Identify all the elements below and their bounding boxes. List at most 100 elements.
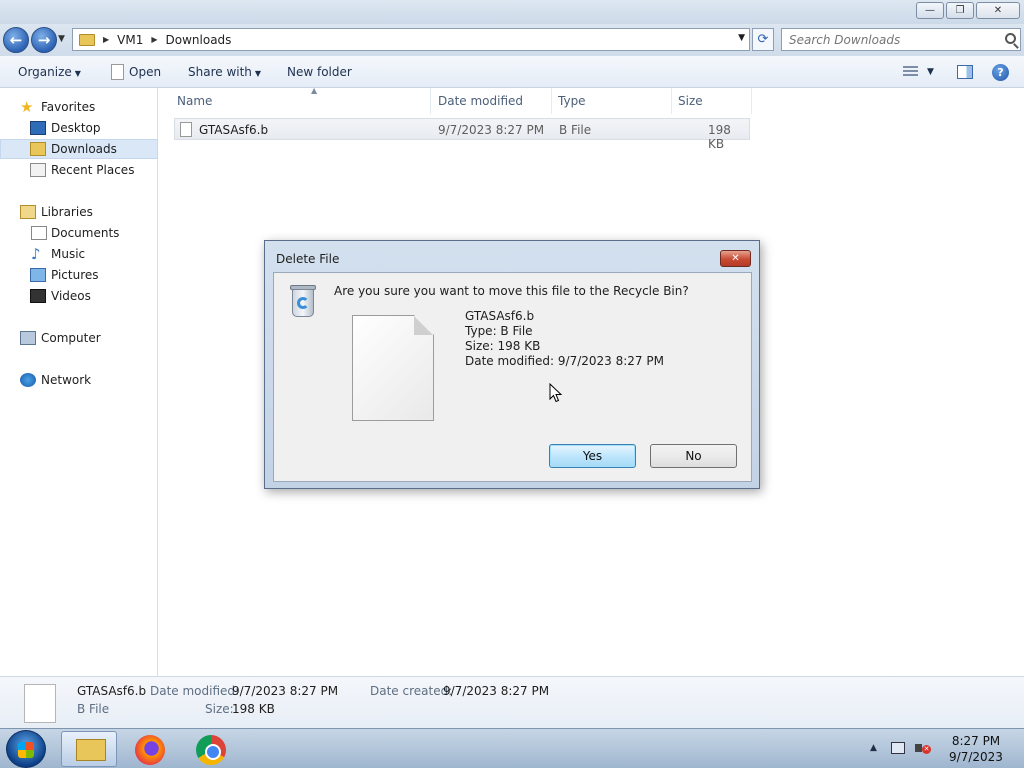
dialog-file-size: Size: 198 KB (465, 339, 541, 353)
help-icon[interactable]: ? (992, 64, 1009, 81)
sidebar-item-recent-places[interactable]: Recent Places (0, 160, 158, 180)
sidebar-item-favorites[interactable]: ★ Favorites (0, 97, 158, 117)
clock-date: 9/7/2023 (949, 750, 1003, 764)
table-row[interactable]: GTASAsf6.b 9/7/2023 8:27 PM B File 198 K… (174, 118, 750, 151)
sidebar-item-documents[interactable]: Documents (0, 223, 158, 243)
sidebar-item-videos[interactable]: Videos (0, 286, 158, 306)
sidebar-item-pictures[interactable]: Pictures (0, 265, 158, 285)
downloads-folder-icon (30, 142, 46, 156)
search-box[interactable] (781, 28, 1021, 51)
caption-buttons: — ❐ ✕ (916, 2, 1020, 19)
details-date-modified-value: 9/7/2023 8:27 PM (232, 684, 339, 698)
forward-button[interactable]: → (31, 27, 57, 53)
navigation-pane: ★ Favorites Desktop Downloads Recent Pla… (0, 88, 158, 676)
minimize-button[interactable]: — (916, 2, 944, 19)
sidebar-item-libraries[interactable]: Libraries (0, 202, 158, 222)
sidebar-item-label: Computer (41, 331, 101, 345)
show-hidden-icons-button[interactable]: ▲ (870, 743, 877, 753)
back-button[interactable]: ← (3, 27, 29, 53)
blank-file-icon (180, 122, 192, 137)
sidebar-item-desktop[interactable]: Desktop (0, 118, 158, 138)
column-header-size[interactable]: Size (672, 88, 752, 114)
change-view-icon[interactable] (903, 66, 918, 78)
search-icon[interactable] (1005, 33, 1016, 44)
address-bar[interactable]: ▶ VM1 ▶ Downloads ▼ (72, 28, 750, 51)
chevron-right-icon[interactable]: ▶ (151, 35, 157, 44)
address-dropdown-icon[interactable]: ▼ (738, 33, 745, 43)
new-folder-button[interactable]: New folder (287, 65, 352, 79)
share-with-button[interactable]: Share with ▼ (188, 65, 261, 79)
clock-time: 8:27 PM (951, 734, 1001, 748)
refresh-button[interactable]: ⟳ (752, 28, 774, 51)
network-tray-icon[interactable] (891, 742, 905, 754)
star-icon: ★ (20, 98, 34, 116)
dialog-file-date: Date modified: 9/7/2023 8:27 PM (465, 354, 664, 368)
dialog-title: Delete File (276, 252, 340, 266)
dialog-file-name: GTASAsf6.b (465, 309, 535, 323)
details-date-modified-label: Date modified: (150, 684, 240, 698)
sidebar-item-label: Pictures (51, 268, 99, 282)
sidebar-item-label: Network (41, 373, 92, 387)
network-icon (20, 373, 36, 387)
file-type-cell: B File (559, 123, 592, 137)
column-header-date-modified[interactable]: Date modified (432, 88, 552, 114)
yes-button[interactable]: Yes (549, 444, 636, 468)
column-header-label: Name (177, 94, 213, 108)
sidebar-item-music[interactable]: ♪ Music (0, 244, 158, 264)
share-with-label: Share with (188, 65, 252, 79)
breadcrumb-downloads[interactable]: Downloads (166, 33, 232, 47)
recent-pages-dropdown-icon[interactable]: ▼ (58, 34, 65, 44)
chrome-icon (196, 735, 226, 765)
details-pane: GTASAsf6.b B File Date modified: 9/7/202… (0, 676, 1024, 728)
blank-file-icon (352, 315, 434, 421)
preview-pane-icon[interactable] (957, 65, 973, 79)
close-window-button[interactable]: ✕ (976, 2, 1020, 19)
sidebar-item-label: Music (51, 247, 86, 261)
maximize-button[interactable]: ❐ (946, 2, 974, 19)
dialog-question: Are you sure you want to move this file … (334, 284, 689, 298)
taskbar-chrome-button[interactable] (184, 731, 240, 767)
details-file-name: GTASAsf6.b (77, 684, 147, 698)
muted-badge: ✕ (922, 745, 931, 754)
sidebar-item-network[interactable]: Network (0, 370, 158, 390)
videos-icon (30, 289, 46, 303)
organize-button[interactable]: Organize ▼ (18, 65, 81, 79)
window-titlebar: — ❐ ✕ (0, 0, 1024, 24)
taskbar-firefox-button[interactable] (123, 731, 179, 767)
file-size-cell: 198 KB (708, 123, 731, 151)
sidebar-item-label: Downloads (51, 142, 117, 156)
search-input[interactable] (789, 32, 999, 47)
recycle-symbol-icon (297, 297, 309, 309)
speaker-icon (915, 744, 922, 752)
sort-ascending-icon: ▲ (311, 86, 318, 95)
view-options-dropdown-icon[interactable]: ▼ (927, 67, 934, 77)
file-explorer-icon (76, 739, 106, 761)
column-header-name[interactable]: Name ▲ (171, 86, 431, 114)
sidebar-item-label: Videos (51, 289, 91, 303)
volume-muted-icon[interactable]: ✕ (915, 741, 931, 755)
file-name-cell: GTASAsf6.b (199, 123, 269, 137)
recent-places-icon (30, 163, 46, 177)
pictures-icon (30, 268, 46, 282)
dialog-close-button[interactable]: ✕ (720, 250, 751, 267)
start-button[interactable] (6, 730, 46, 768)
chevron-right-icon[interactable]: ▶ (103, 35, 109, 44)
no-button[interactable]: No (650, 444, 737, 468)
command-bar: Organize ▼ Open Share with ▼ New folder ▼ … (0, 56, 1024, 88)
sidebar-item-computer[interactable]: Computer (0, 328, 158, 348)
sidebar-item-label: Libraries (41, 205, 93, 219)
details-size-label: Size: (205, 702, 234, 716)
folder-icon (79, 33, 95, 46)
breadcrumb-vm1[interactable]: VM1 (117, 33, 143, 47)
column-header-type[interactable]: Type (552, 88, 672, 114)
sidebar-item-label: Recent Places (51, 163, 135, 177)
sidebar-item-downloads[interactable]: Downloads (0, 139, 158, 159)
file-date-cell: 9/7/2023 8:27 PM (438, 123, 545, 137)
dialog-file-type: Type: B File (465, 324, 533, 338)
taskbar-explorer-button[interactable] (61, 731, 117, 767)
libraries-icon (20, 205, 36, 219)
open-button[interactable]: Open (129, 65, 161, 79)
system-clock[interactable]: 8:27 PM 9/7/2023 (940, 733, 1012, 765)
chevron-down-icon: ▼ (74, 69, 81, 78)
chevron-down-icon: ▼ (254, 69, 262, 78)
